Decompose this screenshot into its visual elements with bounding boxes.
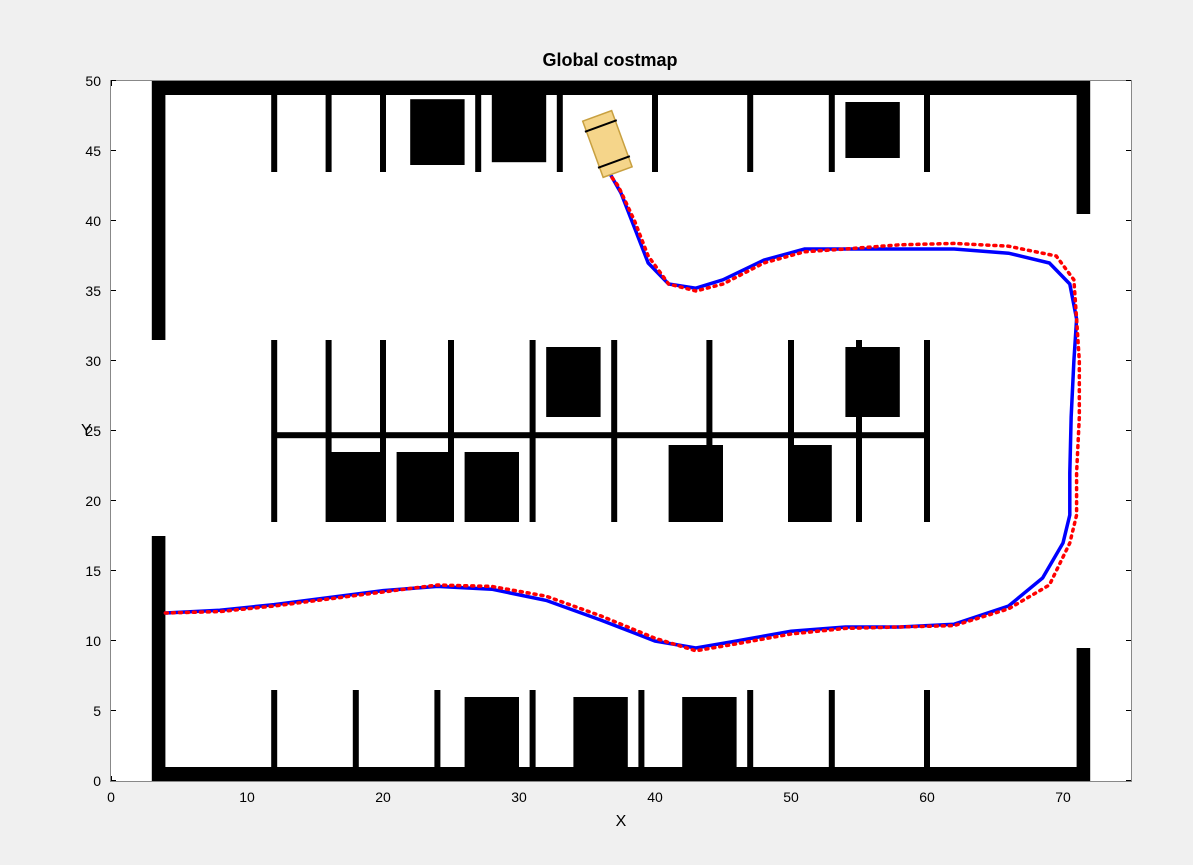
x-tick: 50 — [783, 789, 799, 805]
plot-area: Y X 05101520253035404550010203040506070 — [110, 80, 1132, 782]
y-tick: 20 — [71, 493, 101, 509]
chart-title: Global costmap — [60, 50, 1160, 71]
y-tick: 0 — [71, 773, 101, 789]
x-tick: 10 — [239, 789, 255, 805]
y-tick: 35 — [71, 283, 101, 299]
x-tick: 70 — [1055, 789, 1071, 805]
x-tick: 40 — [647, 789, 663, 805]
y-tick: 25 — [71, 423, 101, 439]
y-tick: 50 — [71, 73, 101, 89]
y-tick: 40 — [71, 213, 101, 229]
x-tick: 60 — [919, 789, 935, 805]
y-tick: 30 — [71, 353, 101, 369]
chart-container: Global costmap Y X 051015202530354045500… — [60, 50, 1160, 830]
plot-svg — [111, 81, 1131, 781]
y-tick: 10 — [71, 633, 101, 649]
y-tick: 5 — [71, 703, 101, 719]
x-tick: 30 — [511, 789, 527, 805]
x-tick: 20 — [375, 789, 391, 805]
x-axis-label: X — [616, 813, 627, 831]
x-tick: 0 — [107, 789, 115, 805]
y-tick: 45 — [71, 143, 101, 159]
y-tick: 15 — [71, 563, 101, 579]
